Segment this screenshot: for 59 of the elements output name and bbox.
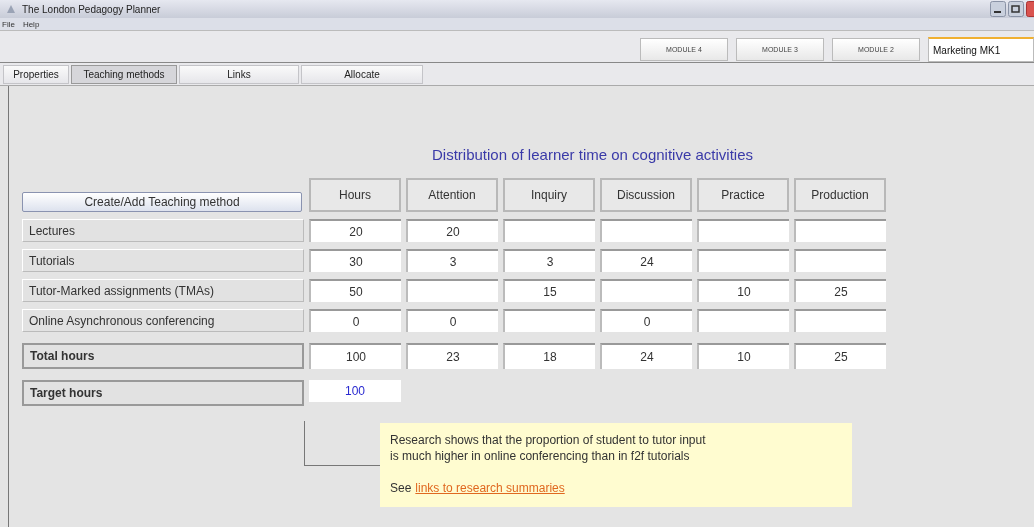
tab[interactable]: Links xyxy=(179,64,299,84)
value-field[interactable]: 0 xyxy=(309,309,401,332)
window-title: The London Pedagogy Planner xyxy=(22,3,161,15)
minimize-icon[interactable] xyxy=(990,1,1006,17)
restore-icon[interactable] xyxy=(1008,1,1024,17)
value-field[interactable]: 10 xyxy=(697,343,789,369)
menu-item[interactable]: File xyxy=(2,19,15,29)
column-header: Practice xyxy=(697,178,789,212)
value-field[interactable] xyxy=(794,219,886,242)
row-label: Lectures xyxy=(22,219,304,242)
app-icon xyxy=(6,4,16,14)
value-field[interactable]: 50 xyxy=(309,279,401,302)
value-field[interactable] xyxy=(600,219,692,242)
module-tab[interactable]: Marketing MK1 xyxy=(928,37,1034,62)
value-field[interactable]: 3 xyxy=(503,249,595,272)
tab[interactable]: Properties xyxy=(3,64,69,84)
tab[interactable]: Teaching methods xyxy=(71,64,177,84)
section-heading: Distribution of learner time on cognitive activities xyxy=(432,146,754,165)
column-header: Discussion xyxy=(600,178,692,212)
value-field[interactable]: 15 xyxy=(503,279,595,302)
row-label: Online Asynchronous conferencing xyxy=(22,309,304,332)
value-field[interactable]: 30 xyxy=(309,249,401,272)
value-field[interactable]: 100 xyxy=(309,343,401,369)
column-header: Inquiry xyxy=(503,178,595,212)
value-field[interactable]: 0 xyxy=(406,309,498,332)
value-field[interactable]: 0 xyxy=(600,309,692,332)
value-field[interactable]: 18 xyxy=(503,343,595,369)
value-field[interactable]: 24 xyxy=(600,343,692,369)
value-field[interactable] xyxy=(406,279,498,302)
create-method-button[interactable]: Create/Add Teaching method xyxy=(22,192,302,212)
value-field[interactable] xyxy=(600,279,692,302)
column-header: Production xyxy=(794,178,886,212)
row-label: Total hours xyxy=(22,343,304,369)
column-header: Hours xyxy=(309,178,401,212)
see-label: See xyxy=(390,480,412,496)
menu-item[interactable]: Help xyxy=(22,19,40,29)
value-field[interactable] xyxy=(697,219,789,242)
value-field[interactable]: 25 xyxy=(794,279,886,302)
tab[interactable]: Allocate xyxy=(301,64,423,84)
tooltip-text: is much higher in online conferencing than in f2f tutorials xyxy=(390,448,691,464)
value-field[interactable]: 100 xyxy=(309,380,401,402)
row-label: Tutor-Marked assignments (TMAs) xyxy=(22,279,304,302)
row-label: Tutorials xyxy=(22,249,304,272)
value-field[interactable]: 25 xyxy=(794,343,886,369)
value-field[interactable]: 3 xyxy=(406,249,498,272)
value-field[interactable]: 20 xyxy=(309,219,401,242)
value-field[interactable] xyxy=(503,219,595,242)
value-field[interactable]: 10 xyxy=(697,279,789,302)
value-field[interactable] xyxy=(794,249,886,272)
tooltip-text: Research shows that the proportion of student to tutor input xyxy=(390,432,707,448)
value-field[interactable] xyxy=(503,309,595,332)
value-field[interactable] xyxy=(794,309,886,332)
column-header: Attention xyxy=(406,178,498,212)
row-label: Target hours xyxy=(22,380,304,406)
value-field[interactable]: 20 xyxy=(406,219,498,242)
value-field[interactable]: 23 xyxy=(406,343,498,369)
value-field[interactable]: 24 xyxy=(600,249,692,272)
value-field[interactable] xyxy=(697,309,789,332)
value-field[interactable] xyxy=(697,249,789,272)
